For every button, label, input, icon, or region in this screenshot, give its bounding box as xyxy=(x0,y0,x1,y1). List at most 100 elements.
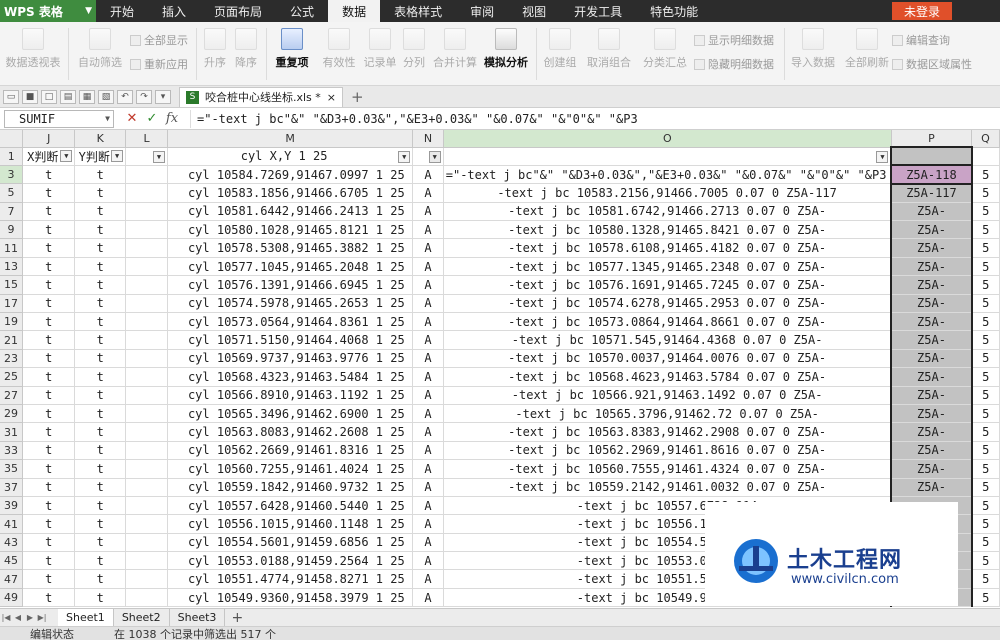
cell-m[interactable]: cyl 10549.9360,91458.3979 1 25 xyxy=(167,588,414,608)
cell-o[interactable]: -text j bc 10562.2969,91461.8616 0.07 0 … xyxy=(443,441,892,461)
cell-n[interactable]: A xyxy=(412,496,444,516)
cell-o-editing[interactable]: ="-text j bc"&" "&D3+0.03&","&E3+0.03&" … xyxy=(443,165,892,185)
filter-header-l[interactable]: ▼ xyxy=(125,147,168,166)
cell-o[interactable]: -text j bc 10570.0037,91464.0076 0.07 0 … xyxy=(443,349,892,369)
cell-j[interactable]: t xyxy=(22,569,76,589)
filter-dropdown-icon[interactable]: ▼ xyxy=(876,151,889,164)
cell-m[interactable]: cyl 10581.6442,91466.2413 1 25 xyxy=(167,202,414,222)
chevron-down-icon[interactable]: ▼ xyxy=(105,114,110,123)
cell-n[interactable]: A xyxy=(412,478,444,497)
cell-n[interactable]: A xyxy=(412,367,444,387)
cell-k[interactable]: t xyxy=(74,220,127,240)
cell-m[interactable]: cyl 10553.0188,91459.2564 1 25 xyxy=(167,551,414,571)
row-header[interactable]: 41 xyxy=(0,514,24,534)
cell-n[interactable]: A xyxy=(412,294,444,314)
row-header[interactable]: 45 xyxy=(0,551,24,571)
cell-n[interactable]: A xyxy=(412,569,444,589)
cell-q[interactable]: 5 xyxy=(971,330,1000,350)
undo-icon[interactable]: ↶ xyxy=(117,89,133,104)
filter-header-q[interactable] xyxy=(971,147,1000,166)
cell-k[interactable]: t xyxy=(74,551,127,571)
cell-j[interactable]: t xyxy=(22,294,76,314)
range-properties-button[interactable]: 数据区域属性 xyxy=(892,56,972,72)
subtotal-button[interactable]: 分类汇总 xyxy=(640,22,690,70)
cell-n[interactable]: A xyxy=(412,441,444,461)
app-menu-button[interactable]: WPS 表格 ▼ xyxy=(0,0,96,22)
column-header-q[interactable]: Q xyxy=(971,130,1000,148)
cell-p[interactable]: Z5A- xyxy=(890,202,973,222)
row-header[interactable]: 37 xyxy=(0,478,24,497)
cell-k[interactable]: t xyxy=(74,386,127,405)
cell-q[interactable]: 5 xyxy=(971,588,1000,608)
login-button[interactable]: 未登录 xyxy=(891,2,952,20)
cell-l[interactable] xyxy=(125,533,168,553)
cell-l[interactable] xyxy=(125,422,168,442)
document-tab[interactable]: S 咬合桩中心线坐标.xls * × xyxy=(179,86,344,107)
hide-detail-button[interactable]: 隐藏明细数据 xyxy=(694,56,774,72)
tab-insert[interactable]: 插入 xyxy=(148,0,200,22)
row-header[interactable]: 1 xyxy=(0,147,24,166)
tab-page-layout[interactable]: 页面布局 xyxy=(200,0,276,22)
cell-q[interactable]: 5 xyxy=(971,349,1000,369)
cell-j[interactable]: t xyxy=(22,386,76,405)
add-sheet-button[interactable]: + xyxy=(231,610,243,626)
cell-o[interactable]: -text j bc 10581.6742,91466.2713 0.07 0 … xyxy=(443,202,892,222)
cell-l[interactable] xyxy=(125,275,168,295)
print-icon[interactable]: ▤ xyxy=(60,89,76,104)
cell-p[interactable]: Z5A- xyxy=(890,386,973,405)
pivot-table-button[interactable]: 数据透视表 xyxy=(4,22,62,70)
import-data-button[interactable]: 导入数据 xyxy=(788,22,838,70)
cell-k[interactable]: t xyxy=(74,404,127,424)
filter-header-p[interactable] xyxy=(890,145,973,166)
cell-j[interactable]: t xyxy=(22,404,76,424)
cell-j[interactable]: t xyxy=(22,275,76,295)
cell-q[interactable]: 5 xyxy=(971,459,1000,479)
customize-dropdown-icon[interactable]: ▾ xyxy=(155,89,171,104)
cell-n[interactable]: A xyxy=(412,330,444,350)
cell-n[interactable]: A xyxy=(412,588,444,608)
cell-q[interactable]: 5 xyxy=(971,165,1000,185)
cell-q[interactable]: 5 xyxy=(971,220,1000,240)
cell-k[interactable]: t xyxy=(74,330,127,350)
cell-m[interactable]: cyl 10565.3496,91462.6900 1 25 xyxy=(167,404,414,424)
cell-n[interactable]: A xyxy=(412,459,444,479)
cell-j[interactable]: t xyxy=(22,312,76,332)
cell-k[interactable]: t xyxy=(74,349,127,369)
cell-l[interactable] xyxy=(125,220,168,240)
cell-n[interactable]: A xyxy=(412,202,444,222)
prev-sheet-icon[interactable]: ◀ xyxy=(12,613,24,622)
cell-n[interactable]: A xyxy=(412,349,444,369)
row-header[interactable]: 9 xyxy=(0,220,24,240)
row-header[interactable]: 33 xyxy=(0,441,24,461)
cell-o[interactable]: -text j bc 10571.545,91464.4368 0.07 0 Z… xyxy=(443,330,892,350)
validation-button[interactable]: 有效性 xyxy=(320,22,358,70)
cell-j[interactable]: t xyxy=(22,349,76,369)
what-if-analysis-button[interactable]: 模拟分析 xyxy=(482,22,530,70)
cell-o[interactable]: -text j bc 10573.0864,91464.8661 0.07 0 … xyxy=(443,312,892,332)
cell-p[interactable]: Z5A- xyxy=(890,367,973,387)
cell-j[interactable]: t xyxy=(22,459,76,479)
cell-o[interactable]: -text j bc 10583.2156,91466.7005 0.07 0 … xyxy=(443,183,892,203)
cell-m[interactable]: cyl 10576.1391,91466.6945 1 25 xyxy=(167,275,414,295)
open-icon[interactable]: ▭ xyxy=(3,89,19,104)
cell-edit-text[interactable]: ="-text j bc"&" "&D3+0.03&","&E3+0.03&" … xyxy=(445,167,889,182)
cell-j[interactable]: t xyxy=(22,330,76,350)
new-tab-button[interactable]: + xyxy=(351,88,364,106)
cell-p[interactable]: Z5A- xyxy=(890,478,973,497)
cell-p[interactable]: Z5A- xyxy=(890,404,973,424)
sheet-tab-2[interactable]: Sheet2 xyxy=(114,608,170,627)
cell-q[interactable]: 5 xyxy=(971,386,1000,405)
cell-n[interactable]: A xyxy=(412,514,444,534)
row-header[interactable]: 25 xyxy=(0,367,24,387)
row-header[interactable]: 35 xyxy=(0,459,24,479)
cell-m[interactable]: cyl 10557.6428,91460.5440 1 25 xyxy=(167,496,414,516)
cell-n[interactable]: A xyxy=(412,312,444,332)
column-header-p[interactable]: P xyxy=(891,130,973,148)
show-all-button[interactable]: 全部显示 xyxy=(130,32,188,48)
confirm-edit-icon[interactable]: ✓ xyxy=(142,111,162,126)
cell-n[interactable]: A xyxy=(412,220,444,240)
sort-descending-button[interactable]: 降序 xyxy=(231,22,261,70)
cell-p[interactable]: Z5A- xyxy=(890,275,973,295)
cell-m[interactable]: cyl 10580.1028,91465.8121 1 25 xyxy=(167,220,414,240)
cell-k[interactable]: t xyxy=(74,478,127,497)
